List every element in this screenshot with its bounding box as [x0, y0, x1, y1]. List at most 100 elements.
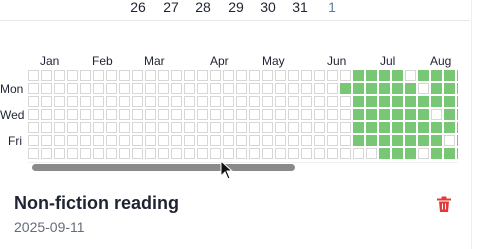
- heatmap-day-cell[interactable]: [158, 96, 169, 107]
- heatmap-day-cell[interactable]: [67, 83, 78, 94]
- heatmap-day-cell[interactable]: [80, 135, 91, 146]
- heatmap-day-cell[interactable]: [444, 83, 455, 94]
- heatmap-day-cell[interactable]: [366, 148, 377, 159]
- heatmap-day-cell[interactable]: [301, 109, 312, 120]
- heatmap-day-cell[interactable]: [197, 109, 208, 120]
- heatmap-day-cell[interactable]: [67, 96, 78, 107]
- heatmap-day-cell[interactable]: [379, 148, 390, 159]
- heatmap-day-cell[interactable]: [41, 83, 52, 94]
- heatmap-day-cell[interactable]: [249, 135, 260, 146]
- heatmap-day-cell[interactable]: [106, 135, 117, 146]
- heatmap-day-cell[interactable]: [184, 83, 195, 94]
- heatmap-day-cell[interactable]: [327, 83, 338, 94]
- heatmap-day-cell[interactable]: [405, 109, 416, 120]
- heatmap-day-cell[interactable]: [132, 109, 143, 120]
- heatmap-day-cell[interactable]: [132, 70, 143, 81]
- heatmap-day-cell[interactable]: [197, 135, 208, 146]
- heatmap-day-cell[interactable]: [236, 70, 247, 81]
- heatmap-day-cell[interactable]: [184, 70, 195, 81]
- heatmap-day-cell[interactable]: [210, 70, 221, 81]
- heatmap-day-cell[interactable]: [145, 96, 156, 107]
- heatmap-day-cell[interactable]: [366, 96, 377, 107]
- heatmap-day-cell[interactable]: [262, 148, 273, 159]
- heatmap-day-cell[interactable]: [41, 148, 52, 159]
- heatmap-day-cell[interactable]: [366, 122, 377, 133]
- heatmap-day-cell[interactable]: [54, 109, 65, 120]
- heatmap-day-cell[interactable]: [106, 109, 117, 120]
- heatmap-day-cell[interactable]: [275, 70, 286, 81]
- heatmap-day-cell[interactable]: [41, 96, 52, 107]
- heatmap-day-cell[interactable]: [392, 135, 403, 146]
- heatmap-day-cell[interactable]: [275, 96, 286, 107]
- heatmap-day-cell[interactable]: [301, 83, 312, 94]
- heatmap-day-cell[interactable]: [106, 122, 117, 133]
- heatmap-day-cell[interactable]: [379, 135, 390, 146]
- heatmap-day-cell[interactable]: [444, 148, 455, 159]
- heatmap-day-cell[interactable]: [28, 148, 39, 159]
- heatmap-day-cell[interactable]: [288, 96, 299, 107]
- heatmap-day-cell[interactable]: [262, 122, 273, 133]
- heatmap-day-cell[interactable]: [262, 135, 273, 146]
- heatmap-day-cell[interactable]: [418, 83, 429, 94]
- heatmap-day-cell[interactable]: [418, 70, 429, 81]
- heatmap-day-cell[interactable]: [54, 135, 65, 146]
- heatmap-day-cell[interactable]: [314, 70, 325, 81]
- heatmap-day-cell[interactable]: [405, 148, 416, 159]
- heatmap-day-cell[interactable]: [236, 135, 247, 146]
- heatmap-day-cell[interactable]: [275, 148, 286, 159]
- heatmap-day-cell[interactable]: [366, 83, 377, 94]
- heatmap-day-cell[interactable]: [119, 135, 130, 146]
- heatmap-day-cell[interactable]: [457, 96, 458, 107]
- heatmap-day-cell[interactable]: [431, 135, 442, 146]
- heatmap-day-cell[interactable]: [158, 109, 169, 120]
- heatmap-day-cell[interactable]: [379, 70, 390, 81]
- heatmap-day-cell[interactable]: [171, 70, 182, 81]
- heatmap-day-cell[interactable]: [132, 135, 143, 146]
- heatmap-day-cell[interactable]: [132, 148, 143, 159]
- heatmap-day-cell[interactable]: [210, 83, 221, 94]
- heatmap-day-cell[interactable]: [28, 96, 39, 107]
- heatmap-day-cell[interactable]: [379, 83, 390, 94]
- heatmap-day-cell[interactable]: [106, 148, 117, 159]
- heatmap-day-cell[interactable]: [223, 109, 234, 120]
- heatmap-day-cell[interactable]: [80, 122, 91, 133]
- heatmap-day-cell[interactable]: [327, 148, 338, 159]
- heatmap-day-cell[interactable]: [275, 109, 286, 120]
- heatmap-day-cell[interactable]: [106, 96, 117, 107]
- heatmap-day-cell[interactable]: [184, 96, 195, 107]
- date-cell[interactable]: 30: [254, 0, 282, 14]
- scrollbar-thumb[interactable]: [32, 164, 295, 171]
- heatmap-day-cell[interactable]: [54, 148, 65, 159]
- heatmap-day-cell[interactable]: [28, 83, 39, 94]
- heatmap-day-cell[interactable]: [275, 83, 286, 94]
- heatmap-day-cell[interactable]: [106, 83, 117, 94]
- heatmap-day-cell[interactable]: [327, 109, 338, 120]
- heatmap-day-cell[interactable]: [41, 135, 52, 146]
- heatmap-day-cell[interactable]: [80, 148, 91, 159]
- heatmap-day-cell[interactable]: [353, 70, 364, 81]
- heatmap-day-cell[interactable]: [236, 96, 247, 107]
- heatmap-day-cell[interactable]: [210, 96, 221, 107]
- heatmap-day-cell[interactable]: [41, 70, 52, 81]
- heatmap-day-cell[interactable]: [249, 148, 260, 159]
- heatmap-day-cell[interactable]: [54, 96, 65, 107]
- heatmap-day-cell[interactable]: [314, 135, 325, 146]
- heatmap-day-cell[interactable]: [54, 83, 65, 94]
- heatmap-day-cell[interactable]: [392, 70, 403, 81]
- heatmap-day-cell[interactable]: [418, 109, 429, 120]
- heatmap-day-cell[interactable]: [314, 148, 325, 159]
- heatmap-day-cell[interactable]: [314, 83, 325, 94]
- heatmap-day-cell[interactable]: [418, 148, 429, 159]
- heatmap-day-cell[interactable]: [262, 109, 273, 120]
- heatmap-day-cell[interactable]: [236, 122, 247, 133]
- heatmap-day-cell[interactable]: [405, 70, 416, 81]
- heatmap-day-cell[interactable]: [145, 135, 156, 146]
- heatmap-day-cell[interactable]: [93, 70, 104, 81]
- heatmap-day-cell[interactable]: [119, 96, 130, 107]
- heatmap-day-cell[interactable]: [67, 148, 78, 159]
- heatmap-horizontal-scrollbar[interactable]: [28, 164, 458, 171]
- heatmap-day-cell[interactable]: [236, 109, 247, 120]
- heatmap-day-cell[interactable]: [93, 109, 104, 120]
- heatmap-day-cell[interactable]: [80, 96, 91, 107]
- heatmap-day-cell[interactable]: [366, 135, 377, 146]
